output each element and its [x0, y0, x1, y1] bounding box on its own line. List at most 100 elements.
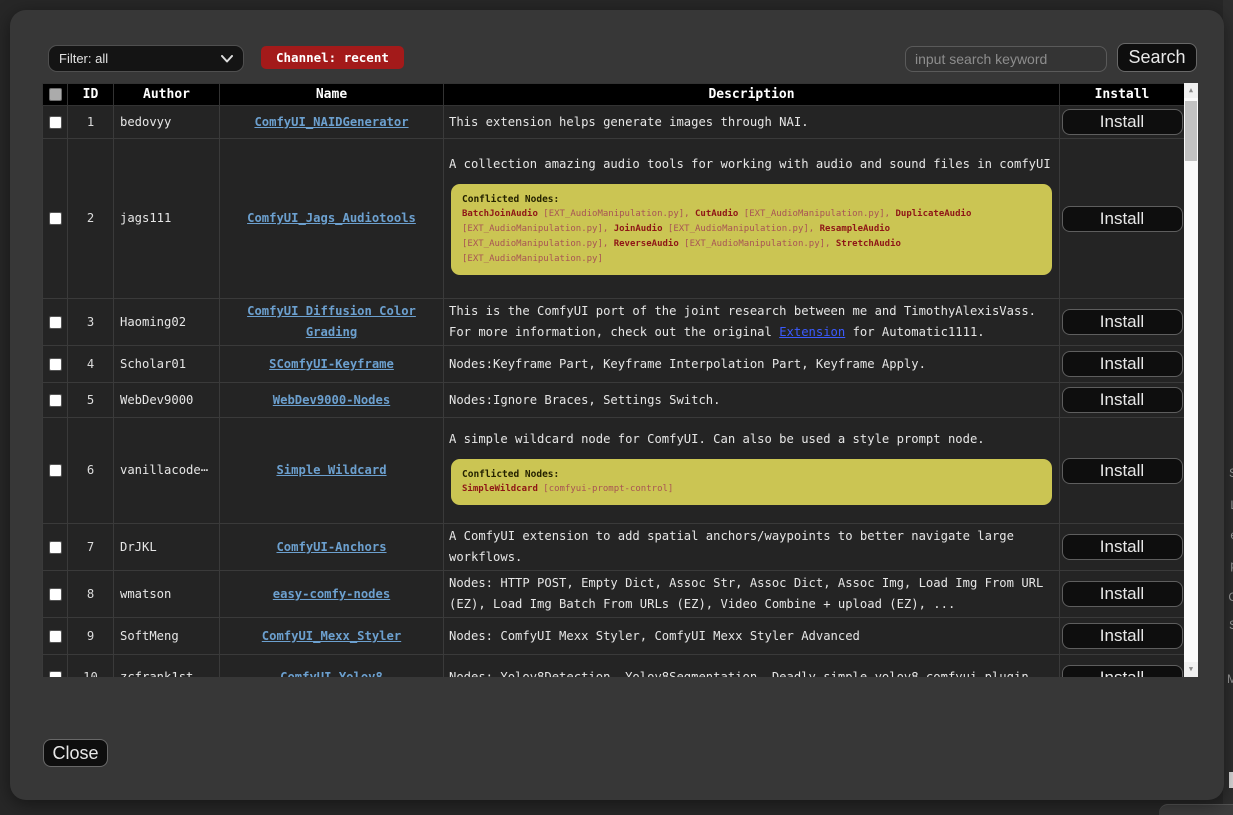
row-author: Scholar01: [114, 346, 220, 383]
external-extension-link[interactable]: Extension: [779, 325, 845, 339]
table-row: 10zcfrank1st ComfyUI Yolov8 Nodes: Yolov8D…: [43, 655, 1185, 678]
vertical-scrollbar[interactable]: ▲ ▼: [1184, 83, 1198, 677]
extension-name-link[interactable]: Simple Wildcard: [276, 463, 386, 477]
select-row-checkbox[interactable]: [49, 394, 62, 407]
description-text: A ComfyUI extension to add spatial ancho…: [449, 526, 1054, 568]
install-button[interactable]: Install: [1062, 206, 1183, 232]
scrollbar-down-arrow-icon[interactable]: ▼: [1184, 662, 1198, 677]
select-row-checkbox[interactable]: [49, 212, 62, 225]
conflicted-nodes-list: SimpleWildcard [comfyui-prompt-control]: [462, 482, 1041, 497]
name-cell: ComfyUI-Anchors: [220, 524, 444, 571]
table-row: 3Haoming02ComfyUI Diffusion Color Gradin…: [43, 299, 1185, 346]
extension-name-link[interactable]: ComfyUI Yolov8: [280, 670, 383, 677]
select-row-checkbox[interactable]: [49, 358, 62, 371]
checkbox-cell: [43, 571, 68, 618]
install-cell: Install: [1060, 571, 1185, 618]
channel-badge: Channel: recent: [261, 46, 404, 69]
close-button[interactable]: Close: [43, 739, 108, 767]
name-cell: SComfyUI-Keyframe: [220, 346, 444, 383]
checkbox-cell: [43, 418, 68, 524]
install-button[interactable]: Install: [1062, 109, 1183, 135]
table-row: 2jags111ComfyUI_Jags_AudiotoolsA collect…: [43, 139, 1185, 299]
select-row-checkbox[interactable]: [49, 588, 62, 601]
conflicted-nodes-list: BatchJoinAudio [EXT_AudioManipulation.py…: [462, 207, 1041, 267]
select-row-checkbox[interactable]: [49, 671, 62, 677]
name-cell: ComfyUI_Mexx_Styler: [220, 618, 444, 655]
extension-name-link[interactable]: ComfyUI-Anchors: [276, 540, 386, 554]
filter-select-label: Filter: all: [59, 51, 221, 66]
table-row: 9SoftMengComfyUI_Mexx_StylerNodes: Comfy…: [43, 618, 1185, 655]
description-cell: Nodes: ComfyUI Mexx Styler, ComfyUI Mexx…: [444, 618, 1060, 655]
install-button[interactable]: Install: [1062, 623, 1183, 649]
row-id: 8: [68, 571, 114, 618]
checkbox-cell: [43, 618, 68, 655]
row-id: 10: [68, 655, 114, 678]
install-button[interactable]: Install: [1062, 665, 1183, 678]
select-row-checkbox[interactable]: [49, 316, 62, 329]
extension-name-link[interactable]: ComfyUI_Jags_Audiotools: [247, 211, 416, 225]
row-id: 7: [68, 524, 114, 571]
search-button[interactable]: Search: [1117, 43, 1197, 72]
select-row-checkbox[interactable]: [49, 464, 62, 477]
install-button[interactable]: Install: [1062, 309, 1183, 335]
column-header-install: Install: [1060, 84, 1185, 106]
row-id: 4: [68, 346, 114, 383]
name-cell: ComfyUI_NAIDGenerator: [220, 106, 444, 139]
conflicted-nodes-box: Conflicted Nodes:SimpleWildcard [comfyui…: [451, 459, 1052, 505]
select-all-checkbox[interactable]: [49, 88, 62, 101]
table-row: 1bedovyyComfyUI_NAIDGeneratorThis extens…: [43, 106, 1185, 139]
background-menu-panel: [1159, 804, 1233, 815]
description-text: Nodes: HTTP POST, Empty Dict, Assoc Str,…: [449, 573, 1054, 615]
install-button[interactable]: Install: [1062, 387, 1183, 413]
checkbox-cell: [43, 106, 68, 139]
install-button[interactable]: Install: [1062, 581, 1183, 607]
install-button[interactable]: Install: [1062, 458, 1183, 484]
extension-name-link[interactable]: ComfyUI Diffusion Color Grading: [247, 304, 416, 339]
install-cell: Install: [1060, 655, 1185, 678]
description-cell: A ComfyUI extension to add spatial ancho…: [444, 524, 1060, 571]
select-row-checkbox[interactable]: [49, 630, 62, 643]
name-cell: ComfyUI_Jags_Audiotools: [220, 139, 444, 299]
column-header-author: Author: [114, 84, 220, 106]
description-text: A collection amazing audio tools for wor…: [449, 154, 1054, 175]
row-id: 2: [68, 139, 114, 299]
extension-name-link[interactable]: WebDev9000-Nodes: [273, 393, 390, 407]
install-cell: Install: [1060, 524, 1185, 571]
description-cell: Nodes: Yolov8Detection, Yolov8Segmentati…: [444, 655, 1060, 678]
scrollbar-thumb[interactable]: [1185, 101, 1197, 161]
description-cell: Nodes:Ignore Braces, Settings Switch.: [444, 383, 1060, 418]
table-scroll-region[interactable]: ID Author Name Description Install 1bedo…: [42, 83, 1184, 677]
checkbox-cell: [43, 346, 68, 383]
extension-name-link[interactable]: SComfyUI-Keyframe: [269, 357, 394, 371]
install-custom-nodes-dialog: Filter: all Channel: recent Search ID Au…: [10, 10, 1224, 800]
extension-name-link[interactable]: ComfyUI_Mexx_Styler: [262, 629, 401, 643]
extension-name-link[interactable]: ComfyUI_NAIDGenerator: [254, 115, 408, 129]
description-cell: This extension helps generate images thr…: [444, 106, 1060, 139]
install-cell: Install: [1060, 106, 1185, 139]
row-author: Haoming02: [114, 299, 220, 346]
description-text: This extension helps generate images thr…: [449, 112, 1054, 133]
background-text-fragment: C: [1228, 590, 1233, 604]
extension-name-link[interactable]: easy-comfy-nodes: [273, 587, 390, 601]
description-text: Nodes: ComfyUI Mexx Styler, ComfyUI Mexx…: [449, 626, 1054, 647]
chevron-down-icon: [221, 55, 233, 63]
description-text: This is the ComfyUI port of the joint re…: [449, 301, 1054, 343]
search-input[interactable]: [905, 46, 1107, 72]
background-text-fragment: M: [1227, 672, 1233, 686]
install-button[interactable]: Install: [1062, 534, 1183, 560]
row-author: WebDev9000: [114, 383, 220, 418]
table-row: 4Scholar01SComfyUI-KeyframeNodes:Keyfram…: [43, 346, 1185, 383]
custom-nodes-table: ID Author Name Description Install 1bedo…: [42, 83, 1184, 677]
row-author: zcfrank1st: [114, 655, 220, 678]
checkbox-cell: [43, 655, 68, 678]
checkbox-cell: [43, 299, 68, 346]
table-row: 7DrJKLComfyUI-AnchorsA ComfyUI extension…: [43, 524, 1185, 571]
row-author: SoftMeng: [114, 618, 220, 655]
scrollbar-up-arrow-icon[interactable]: ▲: [1184, 83, 1198, 98]
filter-select[interactable]: Filter: all: [48, 45, 244, 72]
install-button[interactable]: Install: [1062, 351, 1183, 377]
select-row-checkbox[interactable]: [49, 116, 62, 129]
description-cell: A collection amazing audio tools for wor…: [444, 139, 1060, 299]
select-row-checkbox[interactable]: [49, 541, 62, 554]
table-row: 5WebDev9000WebDev9000-NodesNodes:Ignore …: [43, 383, 1185, 418]
